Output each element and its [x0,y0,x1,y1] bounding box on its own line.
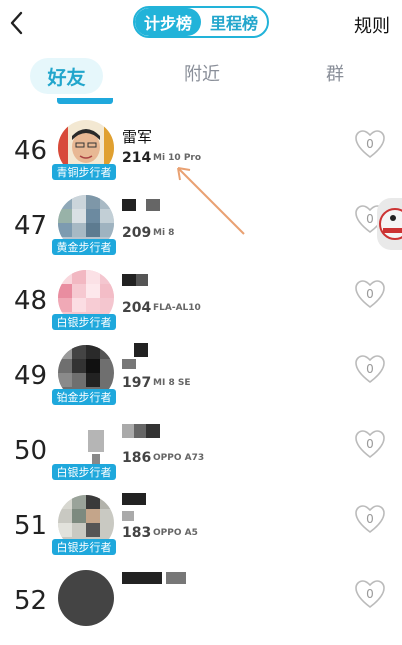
step-count: 209 [122,225,152,241]
level-badge: 白银步行者 [52,314,116,330]
name-mosaic [122,199,136,211]
like-count: 0 [366,362,374,376]
tab-group[interactable]: 群 [326,60,344,86]
level-badge: 黄金步行者 [52,239,116,255]
list-item[interactable]: 48 白银步行者 204 FLA-AL10 0 [0,270,402,345]
like-count: 0 [366,587,374,601]
level-badge: 白银步行者 [52,464,116,480]
rank-number: 46 [14,136,48,166]
name-mosaic [146,424,160,438]
rank-number: 48 [14,286,48,316]
name-mosaic [122,511,134,521]
step-count: 183 [122,525,152,541]
rank-number: 49 [14,361,48,391]
rank-number: 52 [14,586,48,616]
rank-number: 51 [14,511,48,541]
name-mosaic [166,572,186,584]
step-count: 197 [122,375,152,391]
tab-friends[interactable]: 好友 [30,58,103,94]
scope-tabs: 好友 附近 群 [0,54,402,96]
device-model: OPPO A73 [153,453,205,463]
list-item[interactable]: 49 铂金步行者 197 MI 8 SE 0 [0,343,402,420]
list-item[interactable]: 52 0 [0,570,402,645]
tab-step-ranking[interactable]: 计步榜 [135,8,201,36]
rules-link[interactable]: 规则 [354,12,390,38]
device-model: FLA-AL10 [153,303,201,313]
like-count: 0 [366,437,374,451]
name-mosaic [122,572,162,584]
device-model: MI 8 SE [153,378,191,388]
step-count: 186 [122,450,152,466]
name-mosaic [122,493,146,505]
level-badge: 白银步行者 [52,539,116,555]
back-icon[interactable] [6,10,28,36]
name-mosaic [134,343,148,357]
list-item[interactable]: 51 白银步行者 183 OPPO A5 0 [0,493,402,570]
name-mosaic [122,424,134,438]
step-count: 214 [122,150,152,166]
name-mosaic [122,274,136,286]
annotation-arrow [177,167,245,235]
name-mosaic [122,359,136,369]
header: 计步榜 里程榜 规则 [0,0,402,48]
tab-nearby[interactable]: 附近 [184,60,220,86]
user-name: 雷军 [122,128,153,146]
avatar [58,570,114,626]
level-badge: 青铜步行者 [52,164,116,180]
list-item[interactable]: 50 白银步行者 186 OPPO A73 0 [0,420,402,495]
device-model: OPPO A5 [153,528,198,538]
floating-mascot-icon[interactable] [377,198,402,250]
name-mosaic [146,199,160,211]
step-count: 204 [122,300,152,316]
ranking-toggle: 计步榜 里程榜 [133,6,269,38]
previous-row-badge-edge [57,98,113,104]
name-mosaic [136,274,148,286]
name-mosaic [134,424,146,438]
rank-number: 47 [14,211,48,241]
rank-number: 50 [14,436,48,466]
like-count: 0 [366,512,374,526]
level-badge: 铂金步行者 [52,389,116,405]
like-count: 0 [366,137,374,151]
like-count: 0 [366,287,374,301]
tab-distance-ranking[interactable]: 里程榜 [201,8,267,36]
